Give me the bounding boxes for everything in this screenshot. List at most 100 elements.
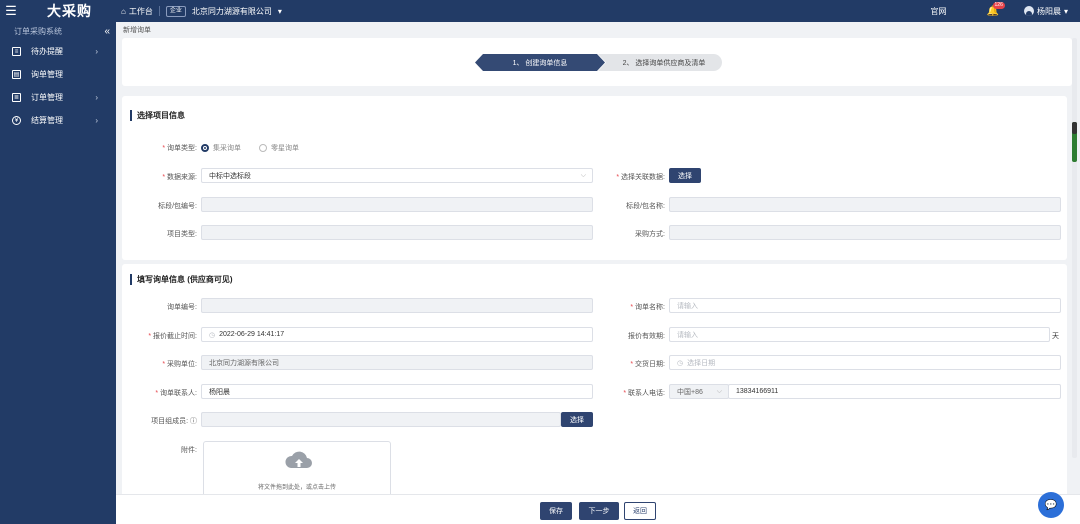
data-source-label: * 数据来源: (162, 174, 197, 181)
sidebar-item-inquiry[interactable]: ▤ 询单管理 (0, 63, 116, 86)
action-bar: 保存 下一步 返回 (116, 494, 1080, 524)
chat-icon: 💬 (1044, 499, 1058, 511)
official-site-link[interactable]: 官网 (931, 6, 947, 17)
enterprise-badge: 企业 (165, 5, 186, 17)
scrollbar-track[interactable] (1072, 38, 1077, 458)
delivery-date-label: * 交货日期: (630, 361, 665, 368)
collapse-sidebar-icon[interactable]: « (104, 26, 110, 37)
sidebar-item-label: 结算管理 (31, 116, 63, 125)
notification-button[interactable]: 🔔 126 (987, 1, 1005, 17)
section-name-label: 标段/包名称: (626, 203, 665, 210)
members-field (201, 412, 561, 427)
section-no-label: 标段/包编号: (158, 203, 197, 210)
radio-unchecked-icon (259, 144, 267, 152)
inquiry-icon: ▤ (12, 70, 21, 79)
chevron-right-icon: › (95, 116, 98, 125)
phone-input[interactable]: 13834166911 (728, 384, 1061, 399)
sidebar-item-orders[interactable]: ≣ 订单管理 › (0, 86, 116, 109)
attachment-label: 附件: (181, 447, 197, 454)
project-info-card: 选择项目信息 * 询单类型: 集采询单 零星询单 * 数据来源: 中标中选标段 ⌵ … (122, 96, 1067, 260)
save-button[interactable]: 保存 (540, 502, 572, 520)
avatar (1023, 6, 1034, 16)
caret-down-icon: ▾ (1063, 6, 1068, 16)
steps-card: 1、 创建询单信息 2、 选择询单供应商及清单 (122, 38, 1072, 86)
info-icon: ⓘ (190, 418, 197, 425)
deadline-datetime-picker[interactable]: ◷ 2022-06-29 14:41:17 (201, 327, 593, 342)
top-bar: ☰ 大采购 ⌂ 工作台 企业 北京同力湖源有限公司 ▾ 官网 🔔 126 杨阳晨… (0, 0, 1080, 22)
user-menu[interactable]: 杨阳晨 ▾ (1023, 6, 1068, 17)
radio-bulk-inquiry[interactable]: 集采询单 (201, 143, 241, 153)
contact-label: * 询单联系人: (155, 390, 197, 397)
settlement-icon: ¥ (12, 116, 21, 125)
purchase-method-field (669, 225, 1061, 240)
validity-input[interactable]: 请输入 (669, 327, 1050, 342)
step-select-supplier[interactable]: 2、 选择询单供应商及清单 (598, 54, 722, 71)
home-icon: ⌂ (121, 6, 126, 16)
radio-sporadic-inquiry[interactable]: 零星询单 (259, 143, 299, 153)
company-switcher[interactable]: 北京同力湖源有限公司 ▾ (192, 6, 282, 17)
phone-prefix-select[interactable]: 中国+86 ⌵ (669, 384, 729, 399)
related-data-label: * 选择关联数据: (616, 174, 665, 181)
purchase-method-label: 采购方式: (635, 231, 665, 238)
section-name-field (669, 197, 1061, 212)
purchaser-label: * 采购单位: (162, 361, 197, 368)
inquiry-name-label: * 询单名称: (630, 304, 665, 311)
system-title-row: 订单采购系统 « (0, 22, 116, 40)
upload-dropzone[interactable]: 将文件拖到此处，或点击上传 (203, 441, 391, 494)
upload-hint: 将文件拖到此处，或点击上传 (257, 485, 336, 491)
sidebar-item-label: 待办提醒 (31, 47, 63, 56)
system-title: 订单采购系统 (14, 26, 62, 36)
members-label: 项目组成员: ⓘ (151, 418, 197, 425)
menu-icon[interactable]: ☰ (0, 0, 22, 22)
sidebar-item-settlement[interactable]: ¥ 结算管理 › (0, 109, 116, 132)
radio-checked-icon (201, 144, 209, 152)
divider (158, 6, 160, 16)
notification-badge: 126 (992, 1, 1005, 9)
deadline-label: * 报价截止时间: (148, 333, 197, 340)
select-members-button[interactable]: 选择 (561, 412, 593, 427)
workbench-link[interactable]: ⌂ 工作台 (121, 6, 153, 17)
purchaser-field: 北京同力湖源有限公司 (201, 355, 593, 370)
clock-icon: ◷ (677, 359, 684, 367)
step-create-inquiry[interactable]: 1、 创建询单信息 (475, 54, 605, 71)
contact-input[interactable]: 杨阳晨 (201, 384, 593, 399)
project-type-field (201, 225, 593, 240)
sidebar-item-label: 询单管理 (31, 70, 63, 79)
chat-button[interactable]: 💬 (1038, 492, 1064, 518)
inquiry-type-label: * 询单类型: (162, 145, 197, 152)
order-icon: ≣ (12, 93, 21, 102)
chevron-right-icon: › (95, 93, 98, 102)
sidebar-item-todo[interactable]: ≡ 待办提醒 › (0, 40, 116, 63)
next-step-button[interactable]: 下一步 (579, 502, 619, 520)
validity-label: 报价有效期: (628, 333, 665, 340)
clock-icon: ◷ (209, 331, 216, 339)
form-content: 选择项目信息 * 询单类型: 集采询单 零星询单 * 数据来源: 中标中选标段 ⌵ … (122, 92, 1072, 494)
delivery-date-picker[interactable]: ◷ 选择日期 (669, 355, 1061, 370)
section-title: 选择项目信息 (130, 110, 185, 121)
validity-unit: 天 (1052, 333, 1059, 340)
data-source-select[interactable]: 中标中选标段 ⌵ (201, 168, 593, 183)
sidebar-item-label: 订单管理 (31, 93, 63, 102)
sidebar: 订单采购系统 « ≡ 待办提醒 › ▤ 询单管理 ≣ 订单管理 › ¥ 结算管理… (0, 22, 116, 524)
brand-logo[interactable]: 大采购 (22, 1, 117, 21)
inquiry-no-field (201, 298, 593, 313)
phone-label: * 联系人电话: (623, 390, 665, 397)
workbench-label: 工作台 (128, 6, 153, 16)
user-name: 杨阳晨 (1036, 6, 1061, 16)
breadcrumb: 新增询单 (123, 27, 151, 34)
chevron-down-icon: ⌵ (716, 387, 722, 395)
select-related-data-button[interactable]: 选择 (669, 168, 701, 183)
section-title: 填写询单信息 (供应商可见) (130, 274, 233, 285)
caret-down-icon: ▾ (277, 6, 282, 16)
scrollbar-handle[interactable] (1072, 122, 1077, 134)
back-button[interactable]: 返回 (624, 502, 656, 520)
chevron-down-icon: ⌵ (580, 171, 586, 179)
cloud-upload-icon (285, 451, 312, 468)
company-name: 北京同力湖源有限公司 (191, 6, 272, 16)
list-icon: ≡ (12, 47, 21, 56)
chevron-right-icon: › (95, 47, 98, 56)
section-no-field (201, 197, 593, 212)
project-type-label: 项目类型: (167, 231, 197, 238)
inquiry-no-label: 询单编号: (167, 304, 197, 311)
inquiry-name-input[interactable]: 请输入 (669, 298, 1061, 313)
